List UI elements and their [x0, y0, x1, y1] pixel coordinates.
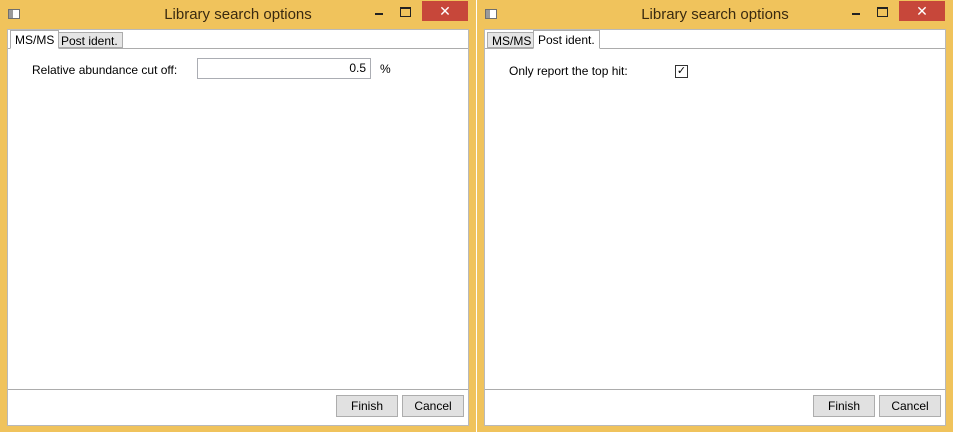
relative-abundance-label: Relative abundance cut off: [32, 63, 178, 77]
library-search-options-window-msms: Library search options ✕ MS/MS Post iden… [0, 0, 476, 432]
dialog-client-area: MS/MS Post ident. Only report the top hi… [484, 29, 946, 426]
title-bar[interactable]: Library search options ✕ [477, 0, 953, 28]
minimize-icon [852, 12, 860, 15]
tab-post-ident[interactable]: Post ident. [56, 32, 123, 48]
close-icon: ✕ [916, 3, 928, 19]
maximize-icon [876, 6, 888, 17]
tab-post-ident[interactable]: Post ident. [533, 30, 600, 49]
finish-button[interactable]: Finish [336, 395, 398, 417]
close-icon: ✕ [439, 3, 451, 19]
close-button[interactable]: ✕ [422, 1, 468, 21]
tab-strip: MS/MS Post ident. [485, 30, 945, 49]
close-button[interactable]: ✕ [899, 1, 945, 21]
maximize-button[interactable] [392, 3, 418, 21]
finish-button[interactable]: Finish [813, 395, 875, 417]
minimize-icon [375, 12, 383, 15]
tab-panel-msms: Relative abundance cut off: 0.5 % [8, 48, 468, 390]
percent-unit-label: % [380, 62, 391, 76]
tab-panel-post-ident: Only report the top hit: ✓ [485, 48, 945, 390]
minimize-button[interactable] [366, 3, 392, 21]
relative-abundance-input[interactable]: 0.5 [197, 58, 371, 79]
top-hit-checkbox[interactable]: ✓ [675, 65, 688, 78]
library-search-options-window-post-ident: Library search options ✕ MS/MS Post iden… [477, 0, 953, 432]
title-bar[interactable]: Library search options ✕ [0, 0, 476, 28]
tab-msms[interactable]: MS/MS [487, 32, 537, 48]
top-hit-label: Only report the top hit: [509, 64, 628, 78]
cancel-button[interactable]: Cancel [402, 395, 464, 417]
maximize-button[interactable] [869, 3, 895, 21]
cancel-button[interactable]: Cancel [879, 395, 941, 417]
maximize-icon [399, 6, 411, 17]
tab-strip: MS/MS Post ident. [8, 30, 468, 49]
minimize-button[interactable] [843, 3, 869, 21]
dialog-client-area: MS/MS Post ident. Relative abundance cut… [7, 29, 469, 426]
checkmark-icon: ✓ [676, 65, 687, 77]
tab-msms[interactable]: MS/MS [10, 30, 60, 49]
